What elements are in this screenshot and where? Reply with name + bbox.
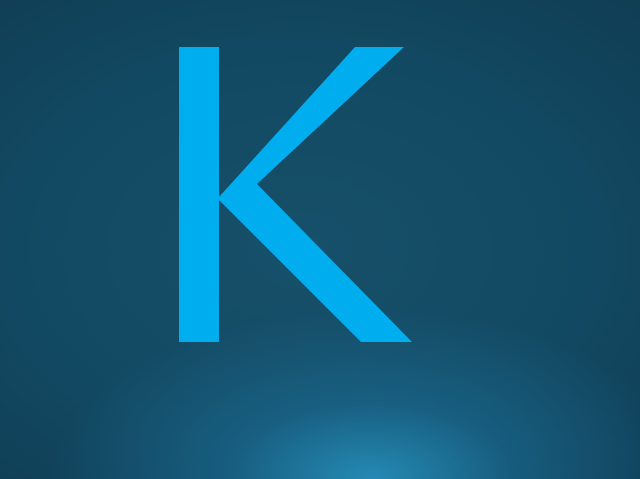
display-screen: K: [0, 0, 640, 479]
letter-k-shape: [179, 47, 412, 342]
large-letter-k: K: [179, 47, 412, 342]
